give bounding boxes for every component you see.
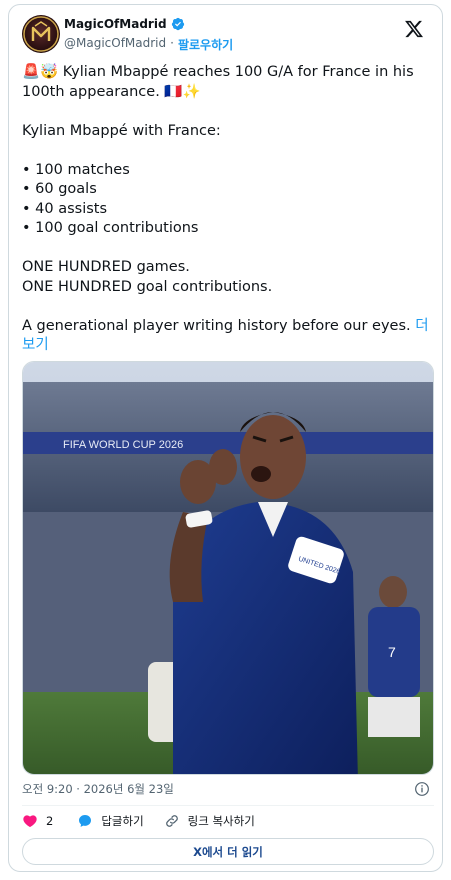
author-display-name[interactable]: MagicOfMadrid	[64, 17, 167, 31]
banner-text: FIFA WORLD CUP 2026	[63, 439, 183, 451]
reply-label: 답글하기	[101, 814, 144, 828]
tweet-line: • 60 goals	[22, 181, 97, 197]
like-button[interactable]: 2	[22, 813, 53, 829]
tweet-line: • 100 goal contributions	[22, 220, 199, 236]
info-icon[interactable]	[414, 781, 430, 797]
tweet-text: 🚨🤯 Kylian Mbappé reaches 100 G/A for Fra…	[22, 63, 434, 356]
copy-link-button[interactable]: 링크 복사하기	[164, 813, 255, 829]
tweet-line: ONE HUNDRED games.	[22, 259, 190, 275]
player-celebration-image: FIFA WORLD CUP 2026 7 UNITED 2026	[23, 362, 433, 774]
author-handle[interactable]: @MagicOfMadrid	[64, 36, 166, 53]
copy-link-label: 링크 복사하기	[187, 814, 255, 828]
follow-button[interactable]: 팔로우하기	[178, 36, 233, 53]
like-count: 2	[46, 814, 54, 828]
tweet-line: A generational player writing history be…	[22, 317, 434, 356]
tweet-photo[interactable]: FIFA WORLD CUP 2026 7 UNITED 2026	[22, 361, 434, 775]
tweet-timestamp[interactable]: 오전 9:20 · 2026년 6월 23일	[22, 781, 174, 797]
tweet-line: ONE HUNDRED goal contributions.	[22, 278, 273, 295]
tweet-line: Kylian Mbappé with France:	[22, 122, 221, 139]
heart-icon	[23, 815, 37, 828]
tweet-line: 🚨🤯 Kylian Mbappé reaches 100 G/A for Fra…	[22, 64, 419, 100]
tweet-line-text: A generational player writing history be…	[22, 317, 411, 334]
divider	[22, 805, 434, 806]
separator-dot: ·	[170, 36, 174, 50]
crest-icon	[23, 16, 59, 52]
author-avatar[interactable]	[22, 15, 60, 53]
verified-badge-icon	[171, 17, 184, 31]
action-bar: 2 답글하기 링크 복사하기	[22, 813, 275, 829]
reply-button[interactable]: 답글하기	[77, 813, 144, 829]
reply-bubble-icon	[79, 815, 92, 827]
tweet-card: MagicOfMadrid @MagicOfMadrid · 팔로우하기 🚨🤯 …	[8, 4, 443, 872]
x-logo-icon[interactable]	[404, 19, 424, 39]
jersey-number: 7	[388, 644, 396, 660]
link-icon	[165, 815, 178, 827]
tweet-line: • 100 matches	[22, 161, 130, 178]
read-more-on-x-button[interactable]: X에서 더 읽기	[22, 838, 434, 865]
tweet-line: • 40 assists	[22, 200, 108, 217]
